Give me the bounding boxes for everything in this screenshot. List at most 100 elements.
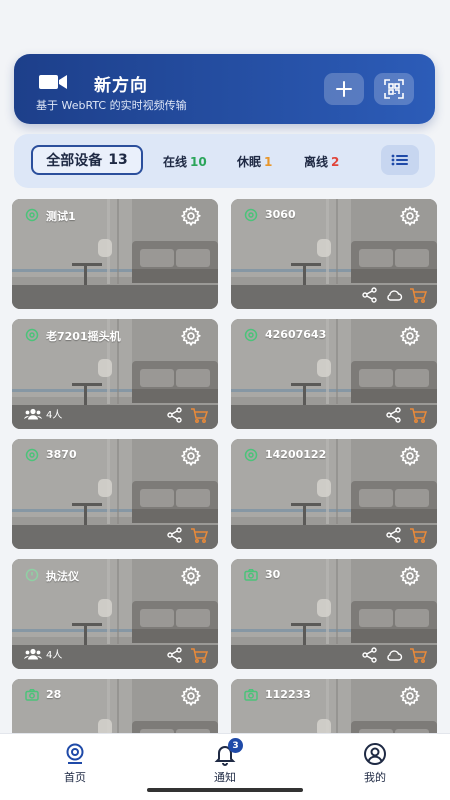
filter-offline-label: 离线 [304, 155, 329, 169]
device-actions [166, 407, 208, 423]
cart-icon[interactable] [409, 287, 427, 303]
device-actions [385, 407, 427, 423]
app-subtitle: 基于 WebRTC 的实时视频传输 [36, 99, 187, 112]
camera-online-icon [25, 689, 39, 701]
cloud-icon[interactable] [385, 647, 403, 663]
device-name: 执法仪 [46, 570, 79, 583]
nav-mine-label: 我的 [364, 771, 386, 784]
users-icon [24, 648, 42, 659]
viewer-count-text: 4人 [46, 410, 63, 421]
list-view-button[interactable] [381, 145, 419, 175]
share-icon[interactable] [361, 287, 379, 303]
filter-online-count: 10 [190, 155, 207, 169]
device-actions [166, 527, 208, 543]
filter-sleep[interactable]: 休眠 1 [237, 153, 272, 170]
device-name: 3060 [265, 208, 296, 221]
list-view-icon [391, 154, 408, 166]
device-name: 112233 [265, 688, 311, 701]
device-name: 28 [46, 688, 62, 701]
app-title: 新方向 [94, 76, 148, 96]
device-actions [385, 527, 427, 543]
add-device-button[interactable] [324, 73, 364, 105]
share-icon[interactable] [166, 647, 184, 663]
settings-gear-icon[interactable] [399, 565, 421, 587]
settings-gear-icon[interactable] [180, 445, 202, 467]
filter-online[interactable]: 在线 10 [163, 153, 207, 170]
nav-home[interactable]: 首页 [45, 742, 105, 785]
filter-sleep-label: 休眠 [237, 155, 262, 169]
home-indicator [147, 788, 303, 792]
video-camera-icon [39, 75, 67, 89]
users-icon [24, 408, 42, 419]
share-icon[interactable] [361, 647, 379, 663]
cart-icon[interactable] [409, 407, 427, 423]
viewer-count-text: 4人 [46, 650, 63, 661]
viewer-count: 4人 [24, 646, 62, 661]
camera-online-icon [244, 569, 258, 581]
settings-gear-icon[interactable] [399, 445, 421, 467]
wifi-online-icon [244, 328, 258, 342]
device-card[interactable]: 30 [231, 559, 437, 669]
cart-icon[interactable] [190, 647, 208, 663]
cart-icon[interactable] [409, 527, 427, 543]
settings-gear-icon[interactable] [399, 685, 421, 707]
filter-offline-count: 2 [331, 155, 340, 169]
wifi-online-icon [25, 328, 39, 342]
filter-offline[interactable]: 离线 2 [304, 153, 339, 170]
settings-gear-icon[interactable] [180, 685, 202, 707]
device-card[interactable]: 测试1 [12, 199, 218, 309]
settings-gear-icon[interactable] [399, 325, 421, 347]
filter-all-count: 13 [108, 152, 128, 168]
device-actions [361, 287, 427, 303]
sleep-icon [25, 568, 39, 582]
nav-mine[interactable]: 我的 [345, 742, 405, 785]
device-actions [361, 647, 427, 663]
wifi-online-icon [244, 448, 258, 462]
notification-badge: 3 [228, 738, 243, 753]
plus-icon [336, 81, 352, 97]
settings-gear-icon[interactable] [180, 325, 202, 347]
device-card[interactable]: 3060 [231, 199, 437, 309]
device-card[interactable]: 3870 [12, 439, 218, 549]
filter-all-devices[interactable]: 全部设备 13 [31, 145, 143, 175]
cart-icon[interactable] [409, 647, 427, 663]
cloud-icon[interactable] [385, 287, 403, 303]
device-name: 老7201摇头机 [46, 330, 121, 343]
qr-scan-icon [384, 79, 404, 99]
cart-icon[interactable] [190, 527, 208, 543]
scan-qr-button[interactable] [374, 73, 414, 105]
device-name: 3870 [46, 448, 77, 461]
share-icon[interactable] [166, 527, 184, 543]
device-actions [166, 647, 208, 663]
share-icon[interactable] [385, 527, 403, 543]
settings-gear-icon[interactable] [180, 565, 202, 587]
viewer-count: 4人 [24, 406, 62, 421]
device-filter-bar: 全部设备 13 在线 10 休眠 1 离线 2 [14, 134, 435, 188]
wifi-online-icon [244, 208, 258, 222]
device-name: 测试1 [46, 210, 76, 223]
settings-gear-icon[interactable] [180, 205, 202, 227]
device-name: 14200122 [265, 448, 327, 461]
filter-online-label: 在线 [163, 155, 188, 169]
wifi-online-icon [25, 208, 39, 222]
webcam-icon [66, 743, 84, 764]
nav-home-label: 首页 [64, 771, 86, 784]
share-icon[interactable] [385, 407, 403, 423]
device-card[interactable]: 执法仪 4人 [12, 559, 218, 669]
share-icon[interactable] [166, 407, 184, 423]
nav-notice[interactable]: 3 通知 [195, 738, 255, 785]
device-name: 42607643 [265, 328, 327, 341]
filter-all-label: 全部设备 [46, 153, 103, 169]
device-card[interactable]: 14200122 [231, 439, 437, 549]
filter-sleep-count: 1 [264, 155, 273, 169]
cart-icon[interactable] [190, 407, 208, 423]
device-name: 30 [265, 568, 281, 581]
user-circle-icon [364, 743, 386, 765]
wifi-online-icon [25, 448, 39, 462]
camera-online-icon [244, 689, 258, 701]
device-card[interactable]: 42607643 [231, 319, 437, 429]
app-header-card: 新方向 基于 WebRTC 的实时视频传输 [14, 54, 435, 124]
settings-gear-icon[interactable] [399, 205, 421, 227]
device-card[interactable]: 老7201摇头机 4人 [12, 319, 218, 429]
nav-notice-label: 通知 [214, 771, 236, 784]
